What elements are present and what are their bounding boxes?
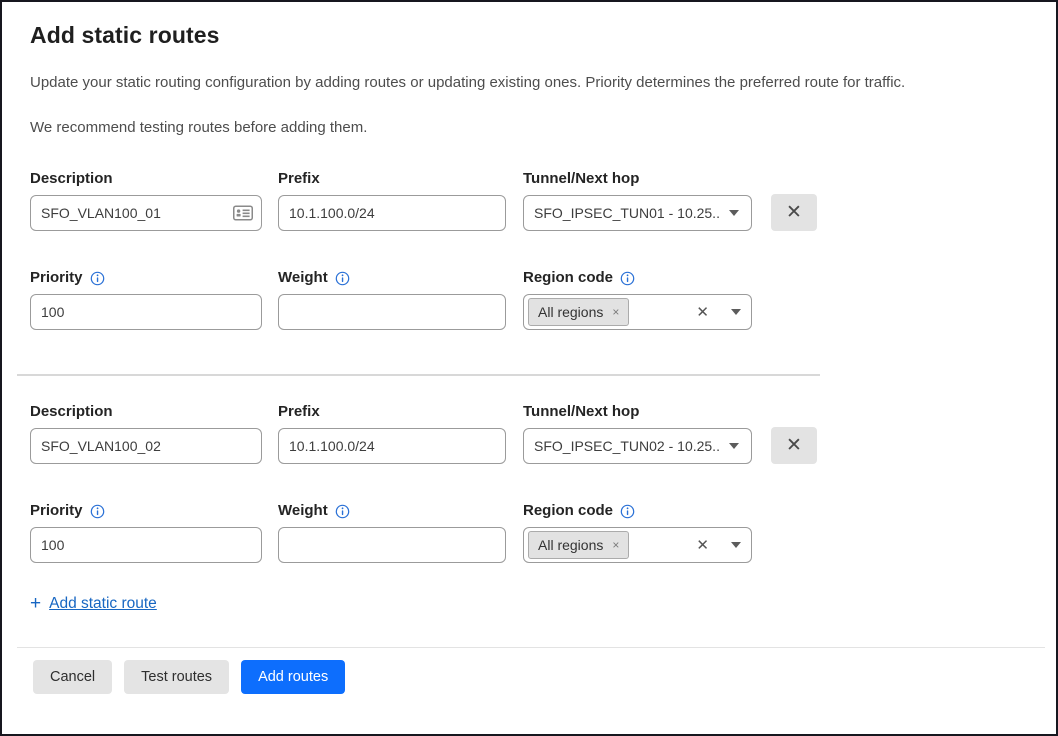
tunnel-selected-value: SFO_IPSEC_TUN01 - 10.25... [534,205,721,221]
remove-route-button[interactable]: ✕ [771,194,817,231]
prefix-input[interactable] [278,195,506,231]
footer-divider [17,647,1045,648]
chevron-down-icon [731,309,741,315]
intro-text: Update your static routing configuration… [30,74,1028,91]
section-divider [17,374,820,376]
region-code-label: Region code [523,502,613,519]
weight-label: Weight [278,502,328,519]
priority-label: Priority [30,269,83,286]
add-static-routes-panel: Add static routes Update your static rou… [2,2,1056,694]
autofill-contact-card-icon[interactable] [233,206,253,221]
chevron-down-icon [729,443,739,449]
priority-input[interactable] [30,294,262,330]
weight-label: Weight [278,269,328,286]
close-icon: ✕ [786,201,802,224]
page-title: Add static routes [30,22,1028,49]
info-icon[interactable] [335,271,350,286]
region-chip-label: All regions [538,537,603,553]
priority-input[interactable] [30,527,262,563]
description-input[interactable] [30,428,262,464]
clear-selection-icon[interactable]: ✕ [696,305,709,320]
tunnel-next-hop-label: Tunnel/Next hop [523,403,752,420]
info-icon[interactable] [90,271,105,286]
cancel-button[interactable]: Cancel [33,660,112,694]
info-icon[interactable] [620,271,635,286]
prefix-input[interactable] [278,428,506,464]
route-entry-2: Description Prefix Tunnel/Next hop SFO_I… [30,403,1028,563]
description-input[interactable] [30,195,262,231]
test-routes-button[interactable]: Test routes [124,660,229,694]
tunnel-next-hop-select[interactable]: SFO_IPSEC_TUN02 - 10.25... [523,428,752,464]
close-icon: ✕ [786,434,802,457]
clear-selection-icon[interactable]: ✕ [696,538,709,553]
info-icon[interactable] [335,504,350,519]
prefix-label: Prefix [278,170,506,187]
info-icon[interactable] [90,504,105,519]
prefix-label: Prefix [278,403,506,420]
region-code-select[interactable]: All regions × ✕ [523,527,752,563]
add-routes-button[interactable]: Add routes [241,660,345,694]
description-label: Description [30,403,262,420]
priority-label: Priority [30,502,83,519]
chip-remove-icon[interactable]: × [612,306,619,318]
region-code-select[interactable]: All regions × ✕ [523,294,752,330]
region-chip-label: All regions [538,304,603,320]
info-icon[interactable] [620,504,635,519]
weight-input[interactable] [278,294,506,330]
route-entry-1: Description [30,170,1028,330]
region-code-label: Region code [523,269,613,286]
chevron-down-icon [729,210,739,216]
tunnel-selected-value: SFO_IPSEC_TUN02 - 10.25... [534,438,721,454]
chevron-down-icon [731,542,741,548]
region-chip: All regions × [528,298,629,326]
region-chip: All regions × [528,531,629,559]
recommendation-text: We recommend testing routes before addin… [30,119,1028,136]
tunnel-next-hop-label: Tunnel/Next hop [523,170,752,187]
footer: Cancel Test routes Add routes [30,647,1028,694]
remove-route-button[interactable]: ✕ [771,427,817,464]
plus-icon: + [30,594,41,613]
description-label: Description [30,170,262,187]
weight-input[interactable] [278,527,506,563]
add-static-route-link[interactable]: Add static route [49,595,157,613]
tunnel-next-hop-select[interactable]: SFO_IPSEC_TUN01 - 10.25... [523,195,752,231]
chip-remove-icon[interactable]: × [612,539,619,551]
